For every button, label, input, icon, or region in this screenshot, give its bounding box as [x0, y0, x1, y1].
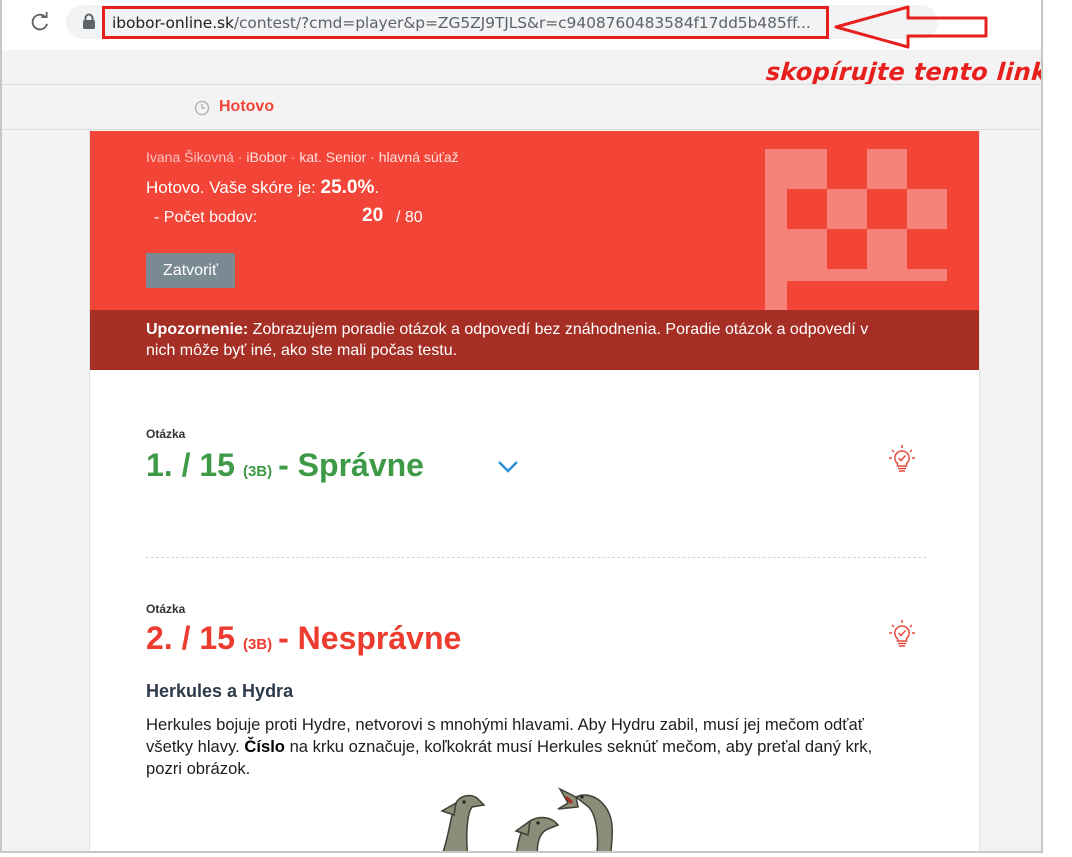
points-value: 20 [362, 205, 384, 226]
results-card: Ivana Šikovná · iBobor · kat. Senior · h… [89, 131, 980, 851]
url-text[interactable]: ibobor-online.sk/contest/?cmd=player&p=Z… [112, 14, 811, 32]
notice-bar: Upozornenie: Zobrazujem poradie otázok a… [90, 310, 979, 370]
url-highlight-box: ibobor-online.sk/contest/?cmd=player&p=Z… [102, 6, 829, 39]
contest-meta: Ivana Šikovná · iBobor · kat. Senior · h… [146, 149, 459, 165]
user-name: Ivana Šikovná [146, 149, 234, 165]
lightbulb-icon[interactable] [888, 444, 916, 474]
task-title: Herkules a Hydra [146, 681, 294, 701]
annotation-note: skopírujte tento link [765, 58, 1043, 86]
reload-icon[interactable] [29, 11, 51, 33]
points-label: - Počet bodov: [154, 209, 258, 226]
annotation-arrow-icon [834, 5, 988, 49]
lightbulb-icon[interactable] [888, 619, 916, 649]
lock-icon[interactable] [82, 13, 96, 29]
score-line: Hotovo. Vaše skóre je: 25.0%. [146, 177, 380, 198]
question-label: Otázka [146, 602, 186, 616]
browser-window: ibobor-online.sk/contest/?cmd=player&p=Z… [0, 0, 1043, 853]
question-1-title[interactable]: 1. / 15 (3B) - Správne [146, 447, 424, 484]
question-2-title[interactable]: 2. / 15 (3B) - Nesprávne [146, 620, 461, 657]
clock-icon [194, 100, 210, 116]
url-path: /contest/?cmd=player&p=ZG5ZJ9TJLS&r=c940… [233, 14, 811, 32]
notice-label: Upozornenie: [146, 321, 249, 338]
result-banner: Ivana Šikovná · iBobor · kat. Senior · h… [90, 131, 979, 370]
browser-toolbar: ibobor-online.sk/contest/?cmd=player&p=Z… [2, 0, 1041, 50]
notice-text: Upozornenie: Zobrazujem poradie otázok a… [146, 321, 869, 359]
hydra-illustration: 5 1 [440, 787, 625, 851]
neck-label-1: 1 [615, 822, 625, 841]
status-label: Hotovo [219, 98, 275, 115]
task-bold-word: Číslo [244, 737, 285, 756]
points-max: / 80 [396, 209, 423, 226]
task-text: Herkules bojuje proti Hydre, netvorovi s… [146, 715, 873, 778]
url-host: ibobor-online.sk [112, 14, 234, 32]
app-header-bar: Hotovo [2, 84, 1041, 130]
category-name: kat. Senior [299, 149, 367, 165]
platform-name: iBobor [246, 149, 287, 165]
question-label: Otázka [146, 427, 186, 441]
round-name: hlavná súťaž [378, 149, 459, 165]
chevron-down-icon[interactable] [497, 460, 519, 474]
close-button[interactable]: Zatvoriť [146, 253, 235, 288]
score-value: 25.0% [320, 177, 375, 198]
question-divider [146, 557, 926, 558]
neck-label-5: 5 [479, 832, 489, 851]
